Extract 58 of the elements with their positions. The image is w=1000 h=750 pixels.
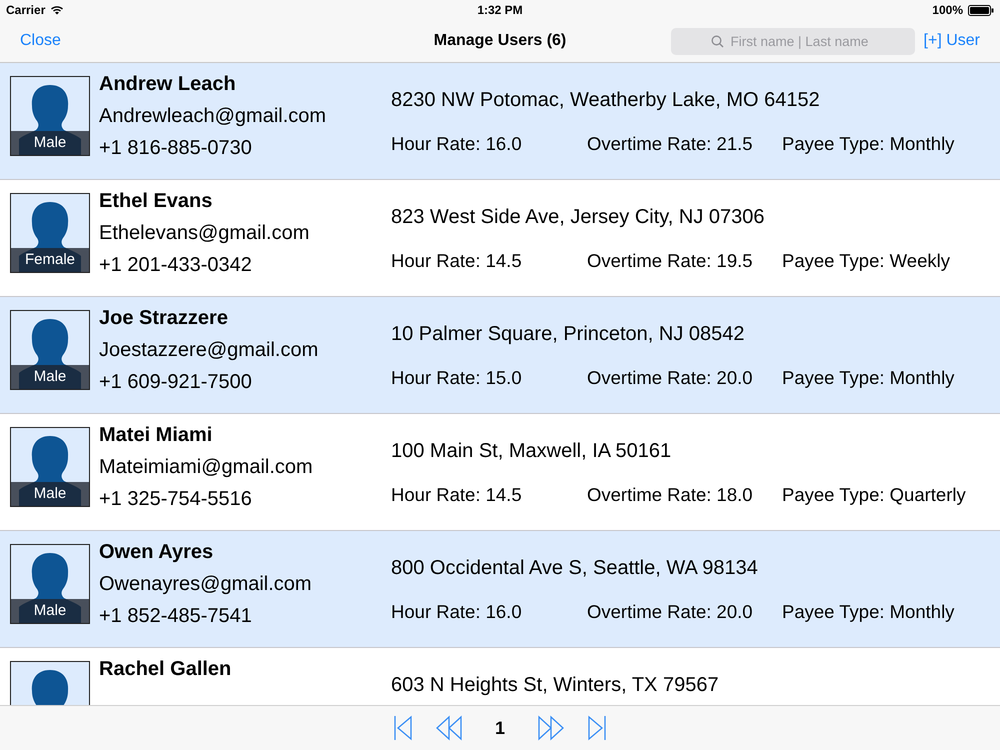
hour-rate: Hour Rate: 15.0 <box>391 366 523 390</box>
user-address: 10 Palmer Square, Princeton, NJ 08542 <box>391 322 746 347</box>
user-email: Joestazzere@gmail.com <box>99 338 320 363</box>
hour-rate: Hour Rate: 14.5 <box>391 249 523 273</box>
user-phone: +1 816-885-0730 <box>99 136 253 161</box>
gender-label: Male <box>11 482 89 506</box>
first-page-icon[interactable] <box>392 715 413 741</box>
payee-type: Payee Type: Monthly <box>782 132 954 156</box>
user-address: 823 West Side Ave, Jersey City, NJ 07306 <box>391 205 766 230</box>
user-phone: +1 852-485-7541 <box>99 604 253 629</box>
overtime-rate: Overtime Rate: 20.0 <box>587 600 754 624</box>
status-time: 1:32 PM <box>477 3 523 17</box>
payee-type: Payee Type: Monthly <box>782 600 954 624</box>
gender-label: Male <box>11 599 89 623</box>
last-page-icon[interactable] <box>587 715 607 741</box>
payee-type: Payee Type: Monthly <box>782 366 954 390</box>
user-email: Ethelevans@gmail.com <box>99 221 310 246</box>
wifi-icon <box>50 5 64 15</box>
hour-rate: Hour Rate: 14.5 <box>391 483 523 507</box>
user-address: 100 Main St, Maxwell, IA 50161 <box>391 439 672 464</box>
overtime-rate: Overtime Rate: 19.5 <box>587 249 754 273</box>
overtime-rate: Overtime Rate: 20.0 <box>587 366 754 390</box>
battery-icon <box>968 4 994 16</box>
user-name: Owen Ayres <box>99 540 214 565</box>
payee-type: Payee Type: Weekly <box>782 249 950 273</box>
user-address: 603 N Heights St, Winters, TX 79567 <box>391 673 720 698</box>
overtime-rate: Overtime Rate: 21.5 <box>587 132 754 156</box>
user-row[interactable]: Male Andrew Leach Andrewleach@gmail.com +1 816-885-0730 8230 NW Potomac, Weatherby Lake, MO 64152 Hour Rate: 16.0 Overtime Rate: 21.5 Payee Type: Monthly <box>0 63 1000 180</box>
user-address: 800 Occidental Ave S, Seattle, WA 98134 <box>391 556 759 581</box>
gender-label: Female <box>11 248 89 272</box>
search-icon <box>710 34 724 48</box>
user-name: Andrew Leach <box>99 72 237 97</box>
user-name: Rachel Gallen <box>99 657 232 682</box>
user-row[interactable]: Male Owen Ayres Owenayres@gmail.com +1 852-485-7541 800 Occidental Ave S, Seattle, WA 98134 Hour Rate: 16.0 Overtime Rate: 20.0 Payee Type: Monthly <box>0 531 1000 648</box>
user-name: Ethel Evans <box>99 189 214 214</box>
battery-percent: 100% <box>932 3 963 17</box>
user-phone: +1 325-754-5516 <box>99 487 253 512</box>
user-name: Joe Strazzere <box>99 306 229 331</box>
hour-rate: Hour Rate: 16.0 <box>391 600 523 624</box>
user-email: Andrewleach@gmail.com <box>99 104 328 129</box>
search-field[interactable]: First name | Last name <box>670 28 915 54</box>
gender-label: Male <box>11 131 89 155</box>
page-title: Manage Users (6) <box>434 32 566 50</box>
user-email: Owenayres@gmail.com <box>99 572 313 597</box>
carrier-label: Carrier <box>6 3 46 17</box>
overtime-rate: Overtime Rate: 18.0 <box>587 483 754 507</box>
gender-label: Male <box>11 365 89 389</box>
page-number: 1 <box>494 718 505 738</box>
user-name: Matei Miami <box>99 423 214 448</box>
payee-type: Payee Type: Quarterly <box>782 483 966 507</box>
previous-page-icon[interactable] <box>434 715 463 741</box>
user-phone: +1 609-921-7500 <box>99 370 253 395</box>
user-address: 8230 NW Potomac, Weatherby Lake, MO 64152 <box>391 88 821 113</box>
next-page-icon[interactable] <box>537 715 565 741</box>
user-email: Mateimiami@gmail.com <box>99 455 314 480</box>
user-phone: +1 201-433-0342 <box>99 253 253 278</box>
user-row[interactable]: Male Joe Strazzere Joestazzere@gmail.com +1 609-921-7500 10 Palmer Square, Princeton, NJ 08542 Hour Rate: 15.0 Overtime Rate: 20.0 Payee Type: Monthly <box>0 297 1000 414</box>
hour-rate: Hour Rate: 16.0 <box>391 132 523 156</box>
